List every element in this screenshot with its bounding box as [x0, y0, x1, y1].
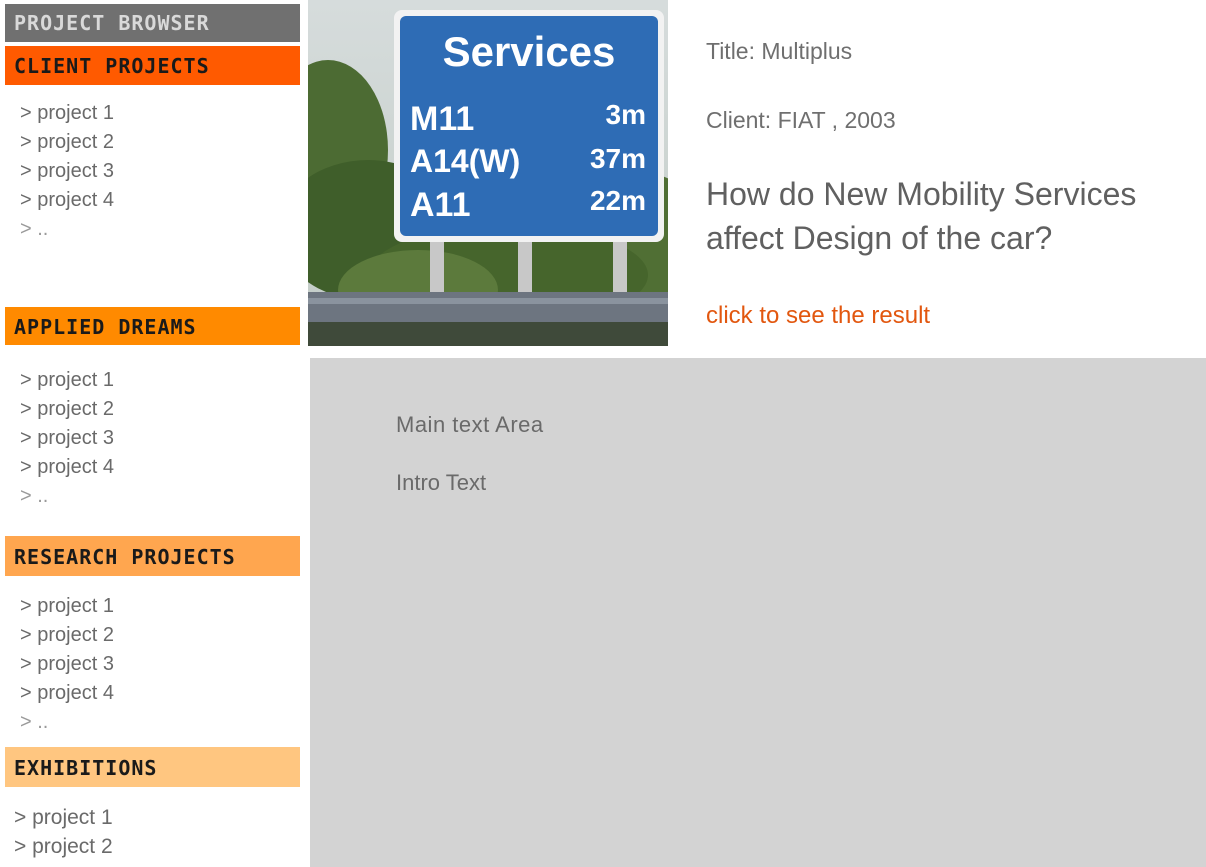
list-item[interactable]: > project 4 — [20, 679, 114, 708]
list-item[interactable]: > project 2 — [14, 832, 113, 861]
list-item[interactable]: > project 4 — [20, 186, 114, 215]
sign-road-3: A11 — [410, 186, 471, 224]
intro-text: Intro Text — [396, 470, 487, 495]
list-item[interactable]: > project 1 — [20, 592, 114, 621]
client-projects-list: > project 1 > project 2 > project 3 > pr… — [20, 99, 114, 244]
sign-dist-1: 3m — [606, 99, 646, 130]
research-projects-list: > project 1 > project 2 > project 3 > pr… — [20, 592, 114, 737]
section-header-applied-dreams[interactable]: APPLIED DREAMS — [5, 307, 300, 345]
project-browser-header: PROJECT BROWSER — [5, 4, 300, 42]
list-item[interactable]: > project 2 — [20, 128, 114, 157]
list-item[interactable]: > project 3 — [20, 424, 114, 453]
list-item-more[interactable]: > .. — [20, 482, 114, 511]
project-browser-sidebar: PROJECT BROWSER CLIENT PROJECTS > projec… — [0, 0, 308, 867]
road-sign-image: Services M11 3m A14(W) 37m A11 22m — [308, 0, 668, 346]
list-item[interactable]: > project 2 — [20, 395, 114, 424]
project-photo: Services M11 3m A14(W) 37m A11 22m — [308, 0, 668, 346]
applied-dreams-list: > project 1 > project 2 > project 3 > pr… — [20, 366, 114, 511]
sign-dist-3: 22m — [590, 185, 646, 216]
list-item-more[interactable]: > .. — [20, 708, 114, 737]
project-info-panel: Title: Multiplus Client: FIAT , 2003 How… — [668, 0, 1206, 358]
main-text-area: Main text Area Intro Text — [310, 358, 1206, 867]
section-header-research-projects[interactable]: RESEARCH PROJECTS — [5, 536, 300, 576]
see-result-link[interactable]: click to see the result — [706, 302, 930, 330]
list-item[interactable]: > project 1 — [20, 366, 114, 395]
sign-dist-2: 37m — [590, 143, 646, 174]
project-title: Title: Multiplus — [706, 38, 853, 64]
project-client: Client: FIAT , 2003 — [706, 107, 896, 133]
list-item[interactable]: > project 1 — [20, 99, 114, 128]
list-item-more[interactable]: > .. — [20, 215, 114, 244]
sign-road-2: A14(W) — [410, 143, 520, 179]
sign-road-1: M11 — [410, 100, 474, 138]
project-question: How do New Mobility Services affect Desi… — [706, 176, 1137, 256]
list-item[interactable]: > project 3 — [20, 650, 114, 679]
section-header-exhibitions[interactable]: EXHIBITIONS — [5, 747, 300, 787]
exhibitions-list: > project 1 > project 2 — [14, 803, 113, 861]
list-item[interactable]: > project 2 — [20, 621, 114, 650]
list-item[interactable]: > project 4 — [20, 453, 114, 482]
list-item[interactable]: > project 3 — [20, 157, 114, 186]
list-item[interactable]: > project 1 — [14, 803, 113, 832]
sign-heading: Services — [443, 28, 616, 75]
section-header-client-projects[interactable]: CLIENT PROJECTS — [5, 46, 300, 85]
main-text-label: Main text Area — [396, 412, 544, 437]
